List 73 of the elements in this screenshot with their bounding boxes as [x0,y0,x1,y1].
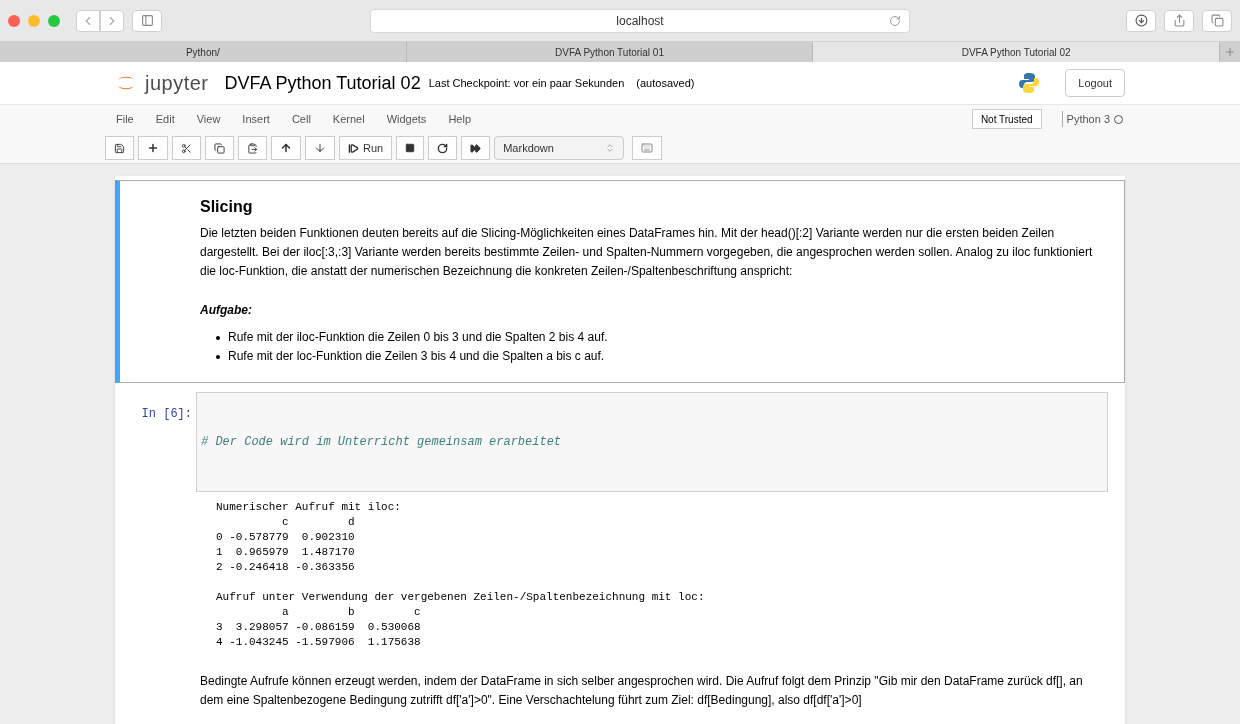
cut-button[interactable] [172,136,201,160]
share-button[interactable] [1164,9,1194,32]
download-icon [1134,14,1148,27]
stop-button[interactable] [396,136,425,160]
arrow-up-icon [280,142,292,154]
menu-item[interactable]: Kernel [321,110,376,128]
copy-button[interactable] [205,136,234,160]
downloads-button[interactable] [1126,9,1156,32]
updown-caret-icon [605,143,616,153]
cell-paragraph: Die letzten beiden Funktionen deuten bereits auf die Slicing-Möglichkeiten eines DataFrames hin. Mit der head()[:2] Variante werden nur die ersten beiden Zeilen dargestellt. Bei der iloc[:3,:3] Variante werden bereits bestimmte Zeilen- und Spalten-Nummern vorgegeben, die angesprochen werden sollen. Analog zu iloc funktioniert die loc-Funktion, die anstatt der numerischen Bezeichnung die konkreten Zeilen-/Spaltenbeschriftung anspricht: [200,225,1094,280]
cell-subheading: Aufgabe: [200,302,253,319]
forward-button[interactable] [100,9,124,32]
bullet-icon [216,335,220,340]
save-icon [114,142,125,154]
menu-item[interactable]: View [185,110,232,128]
bullet-text: Rufe mit der loc-Funktion die Zeilen 3 bis 4 und die Spalten a bis c auf. [228,348,605,365]
browser-tab[interactable]: DVFA Python Tutorial 02 [813,42,1220,62]
code-comment: # Der Code wird im Unterricht gemeinsam erarbeitet [201,434,562,451]
menu-item[interactable]: File [105,110,145,128]
zoom-window-icon[interactable] [48,14,60,27]
tabs-icon [1210,14,1224,27]
cell-paragraph: Bedingte Aufrufe können erzeugt werden, indem der DataFrame in sich selber angesprochen wird. Die Aufruf folgt dem Prinzip "Gib mir den DataFrame zurück df[], an dem eine Spaltenbezogene Bedingung zutrifft df['a']>0". Eine Verschachtelung führt zum Ziel: df[Bedingung], also df[df['a']>0] [200,673,1084,709]
new-tab-icon[interactable] [1224,46,1236,58]
run-all-button[interactable] [461,136,491,160]
restart-icon [437,142,449,154]
sidebar-button[interactable] [132,9,162,32]
cell-output: Aufruf unter Verwendung der vergebenen Zeilen-/Spaltenbezeichnung mit loc: a b c 3 3.298057 -0.086159 0.530068 4 -1.043245 -1.597906 1.175638 [216,590,706,650]
address-bar[interactable]: localhost [370,8,910,33]
reload-icon[interactable] [889,14,901,27]
cut-icon [181,142,192,154]
autosave-status: (autosaved) [636,75,695,91]
python-logo-icon [1017,71,1042,95]
kernel-name[interactable]: Python 3 [1066,110,1110,128]
input-prompt: In [6]: [141,407,192,421]
keyboard-icon [641,142,654,154]
cell-type-dropdown[interactable]: Markdown [494,136,625,160]
notebook-title[interactable]: DVFA Python Tutorial 02 [224,69,421,97]
insert-cell-button[interactable] [138,136,168,160]
run-button[interactable]: Run [339,136,393,160]
back-button[interactable] [76,9,100,32]
save-button[interactable] [105,136,134,160]
plus-icon [147,142,159,154]
checkpoint-text: Last Checkpoint: vor ein paar Sekunden [428,75,625,91]
menu-item[interactable]: Insert [231,110,281,128]
bullet-icon [216,354,220,359]
move-down-button[interactable] [305,136,335,160]
stop-icon [405,143,416,153]
keyboard-button[interactable] [632,136,663,160]
step-forward-icon [348,142,359,154]
arrow-down-icon [314,142,326,154]
bullet-text: Rufe mit der iloc-Funktion die Zeilen 0 bis 3 und die Spalten 2 bis 4 auf. [228,329,608,346]
close-window-icon[interactable] [8,14,20,27]
markdown-cell[interactable] [115,180,1125,383]
restart-button[interactable] [428,136,458,160]
sidebar-icon [140,14,154,27]
fast-forward-icon [470,142,482,154]
share-icon [1172,14,1186,27]
menu-item[interactable]: Cell [280,110,322,128]
trust-indicator[interactable]: Not Trusted [971,109,1042,129]
cell-output: Numerischer Aufruf mit iloc: c d 0 -0.578779 0.902310 1 0.965979 1.487170 2 -0.246418 -0.363356 [216,500,402,575]
code-editor[interactable]: # Der Code wird im Unterricht gemeinsam erarbeitet [196,392,1108,492]
menu-item[interactable]: Help [437,110,482,128]
menu-item[interactable]: Edit [144,110,186,128]
logout-button[interactable]: Logout [1065,69,1125,97]
jupyter-logo-text[interactable]: jupyter [145,68,209,98]
paste-icon [247,142,258,154]
cell-heading: Slicing [200,197,254,216]
tab-overview-button[interactable] [1202,9,1232,32]
move-up-button[interactable] [271,136,301,160]
copy-icon [214,142,225,154]
menu-item[interactable]: Widgets [375,110,438,128]
address-text: localhost [616,12,664,30]
paste-button[interactable] [238,136,267,160]
